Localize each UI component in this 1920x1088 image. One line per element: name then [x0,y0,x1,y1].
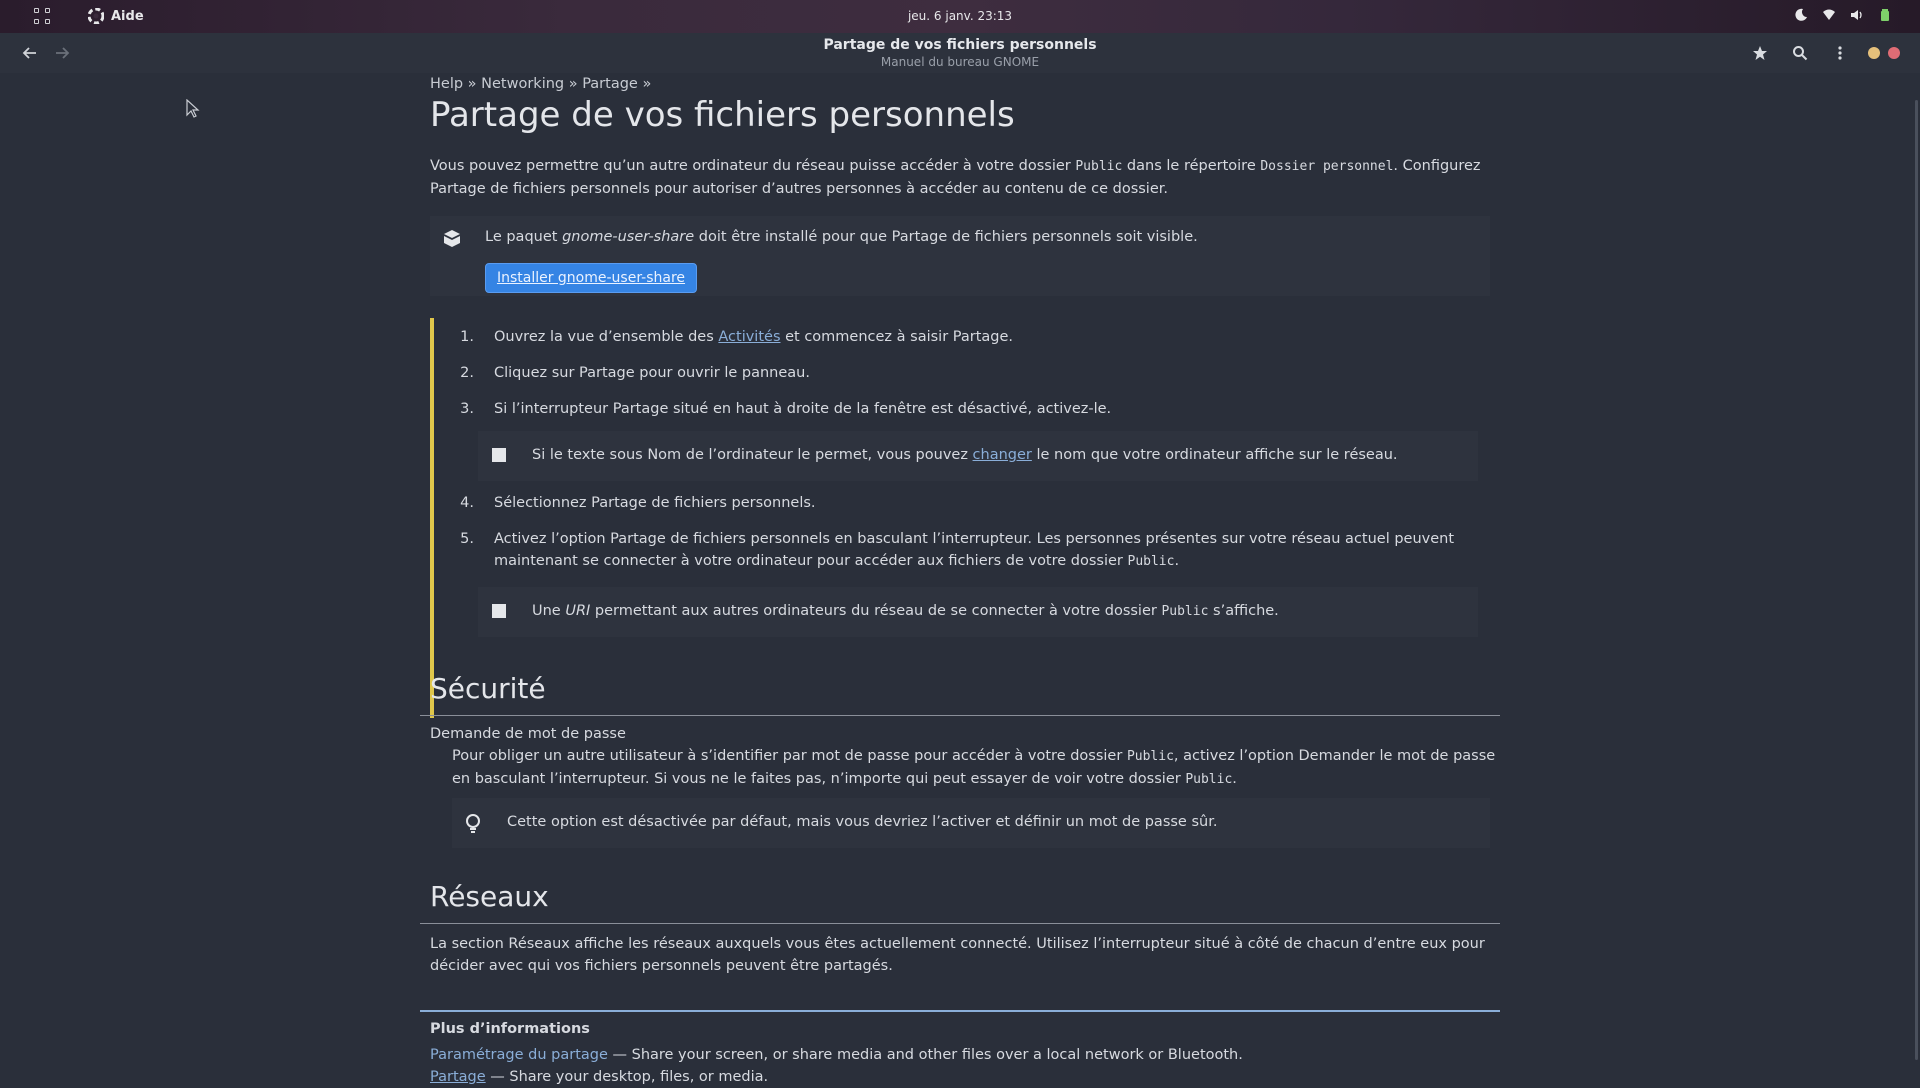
sharing-settings-link[interactable]: Paramétrage du partage [430,1047,608,1063]
code-home-folder: Dossier personnel [1260,159,1394,174]
close-button[interactable] [1888,47,1900,59]
note-icon [492,448,506,462]
header-bar: Partage de vos fichiers personnels Manue… [0,33,1920,73]
breadcrumb[interactable]: Help » Networking » Partage » [430,73,651,95]
battery-icon [1878,8,1892,22]
list-item: Partage — Share your desktop, files, or … [430,1069,769,1085]
menu-kebab-icon [1838,46,1842,60]
step3-note: Si le texte sous Nom de l’ordinateur le … [478,431,1478,481]
intro-paragraph: Vous pouvez permettre qu’un autre ordina… [430,158,1481,197]
list-item: Paramétrage du partage — Share your scre… [430,1047,1243,1063]
section-heading-networks: Réseaux [430,880,549,913]
page-title: Partage de vos fichiers personnels [430,95,1015,135]
activities-link[interactable]: Activités [718,329,780,345]
more-info-title: Plus d’informations [430,1021,590,1037]
bookmark-star-icon [1753,46,1767,60]
main-menu-button[interactable] [1828,41,1852,65]
clock[interactable]: jeu. 6 janv. 23:13 [0,9,1920,23]
step5-note: Une URI permettant aux autres ordinateur… [478,587,1478,637]
scrollbar-thumb[interactable] [1915,100,1918,1060]
code-public: Public [1161,604,1209,619]
search-button[interactable] [1788,41,1812,65]
wifi-icon [1822,8,1836,22]
section-heading-security: Sécurité [430,672,546,705]
more-info-divider [420,1010,1500,1012]
section-divider [420,923,1500,924]
search-icon [1793,46,1808,61]
term-password: Demande de mot de passe [430,726,626,742]
bookmark-button[interactable] [1748,41,1772,65]
section-divider [420,715,1500,716]
steps-list: 1. Ouvrez la vue d’ensemble des Activité… [430,318,1504,718]
volume-icon [1850,8,1864,22]
sharing-link[interactable]: Partage [430,1069,486,1085]
window-title: Partage de vos fichiers personnels [823,37,1097,53]
term-password-description: Pour obliger un autre utilisateur à s’id… [452,748,1496,787]
minimize-button[interactable] [1868,47,1880,59]
tip-note: Cette option est désactivée par défaut, … [452,798,1490,848]
scrollbar[interactable] [1912,100,1920,1080]
code-public: Public [1075,159,1123,174]
package-note-text: Le paquet gnome-user-share doit être ins… [485,229,1198,245]
package-icon [444,230,460,247]
note-icon [492,604,506,618]
system-tray[interactable] [1794,8,1892,22]
lightbulb-icon [466,814,480,833]
night-light-icon [1794,8,1808,22]
mouse-cursor-icon [186,99,200,118]
window-subtitle: Manuel du bureau GNOME [880,55,1040,69]
networks-paragraph: La section Réseaux affiche les réseaux a… [430,936,1485,974]
top-bar: Aide jeu. 6 janv. 23:13 [0,0,1920,33]
install-package-button[interactable]: Installer gnome-user-share [485,263,697,293]
tip-text: Cette option est désactivée par défaut, … [507,814,1218,830]
change-hostname-link[interactable]: changer [973,447,1032,463]
code-public: Public [1127,554,1175,569]
